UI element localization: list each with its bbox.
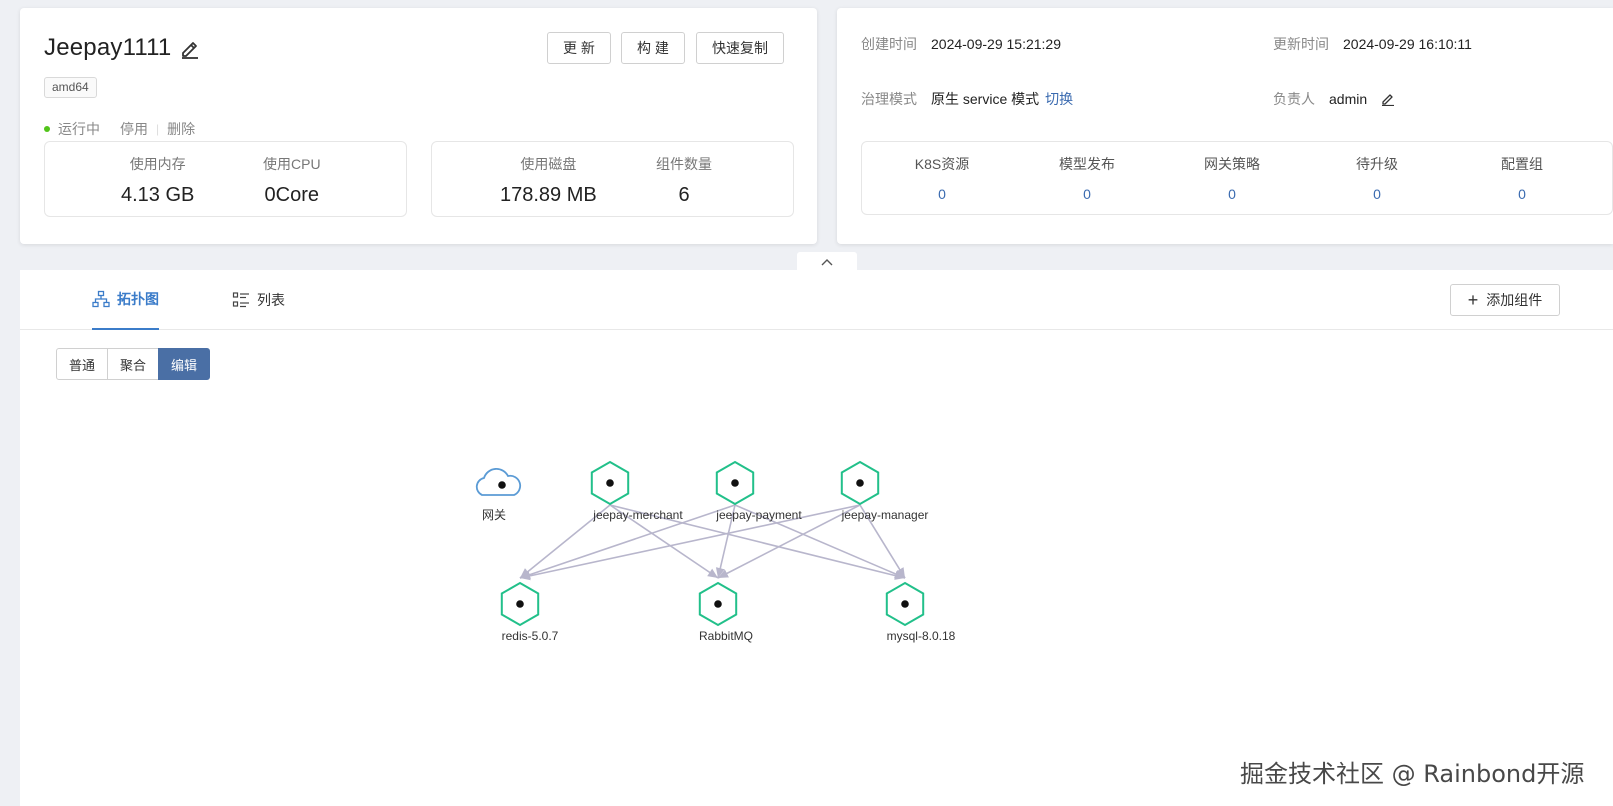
stat-value: 178.89 MB	[500, 184, 597, 206]
node-label: 网关	[482, 508, 506, 522]
meta-label: 更新时间	[1273, 36, 1329, 52]
app-summary-card: Jeepay1111 amd64 运行中 停用 | 删除 更 新 构 建 快速复…	[20, 8, 817, 244]
count-label: 配置组	[1501, 156, 1543, 172]
meta-label: 创建时间	[861, 36, 917, 52]
k8s-resource-count[interactable]: K8S资源 0	[882, 154, 1002, 202]
node-dot	[714, 600, 722, 608]
node-merchant[interactable]: jeepay-merchant	[590, 460, 684, 522]
delete-link[interactable]: 删除	[167, 119, 195, 139]
edge-manager-redis	[519, 504, 861, 581]
running-status-dot	[44, 126, 50, 132]
stat-label: 使用CPU	[263, 156, 321, 172]
resource-stats-box: 使用内存 4.13 GB 使用CPU 0Core	[44, 141, 407, 217]
meta-value: 2024-09-29 15:21:29	[931, 36, 1061, 52]
component-count-stat: 组件数量 6	[656, 154, 712, 207]
status-text: 运行中	[58, 121, 100, 137]
created-time: 创建时间 2024-09-29 15:21:29	[861, 34, 1061, 54]
node-label: redis-5.0.7	[502, 629, 559, 643]
meta-label: 治理模式	[861, 91, 917, 107]
node-label: RabbitMQ	[699, 629, 753, 643]
topology-graph: 网关 jeepay-merchant jeepay-payment jeepay-ma…	[475, 460, 956, 643]
build-button[interactable]: 构 建	[621, 32, 685, 64]
app-meta-card: 创建时间 2024-09-29 15:21:29 更新时间 2024-09-29…	[837, 8, 1613, 244]
storage-stats-box: 使用磁盘 178.89 MB 组件数量 6	[431, 141, 794, 217]
meta-value: 原生 service 模式	[931, 91, 1040, 107]
node-rabbitmq[interactable]: RabbitMQ	[698, 581, 753, 643]
cloud-icon	[475, 467, 522, 496]
count-value[interactable]: 0	[1317, 186, 1437, 202]
node-label: mysql-8.0.18	[887, 629, 956, 643]
updated-time: 更新时间 2024-09-29 16:10:11	[1273, 34, 1472, 54]
quick-copy-button[interactable]: 快速复制	[696, 32, 784, 64]
arch-tag: amd64	[44, 77, 97, 98]
gateway-policy-count[interactable]: 网关策略 0	[1172, 154, 1292, 202]
meta-value: 2024-09-29 16:10:11	[1343, 36, 1472, 52]
node-dot	[498, 481, 506, 489]
node-manager[interactable]: jeepay-manager	[841, 460, 929, 522]
stat-value: 4.13 GB	[121, 184, 195, 206]
app-title: Jeepay1111	[44, 34, 201, 62]
count-label: 模型发布	[1059, 156, 1115, 172]
collapse-toggle[interactable]	[797, 252, 857, 272]
count-value[interactable]: 0	[882, 186, 1002, 202]
node-gateway[interactable]: 网关	[475, 467, 522, 522]
meta-label: 负责人	[1273, 91, 1315, 107]
stat-label: 使用内存	[129, 156, 186, 172]
node-dot	[731, 479, 739, 487]
node-mysql[interactable]: mysql-8.0.18	[885, 581, 956, 643]
count-label: 待升级	[1356, 156, 1398, 172]
node-dot	[856, 479, 864, 487]
node-payment[interactable]: jeepay-payment	[715, 460, 802, 522]
memory-stat: 使用内存 4.13 GB	[121, 154, 194, 207]
count-label: K8S资源	[914, 156, 970, 172]
chevron-up-icon	[821, 259, 833, 266]
node-dot	[516, 600, 524, 608]
config-group-count[interactable]: 配置组 0	[1462, 154, 1582, 202]
disk-stat: 使用磁盘 178.89 MB	[500, 154, 597, 207]
update-button[interactable]: 更 新	[547, 32, 611, 64]
stat-value: 0Core	[264, 184, 320, 206]
owner: 负责人 admin	[1273, 89, 1395, 109]
node-dot	[606, 479, 614, 487]
count-label: 网关策略	[1204, 156, 1260, 172]
watermark: 掘金技术社区 @ Rainbond开源	[1240, 760, 1585, 788]
component-panel: 拓扑图 列表 + 添加组件 普通 聚合 编辑 网关 jeepay-merchant…	[20, 270, 1613, 806]
node-label: jeepay-merchant	[592, 508, 683, 522]
stop-link[interactable]: 停用	[120, 119, 148, 139]
resource-counts-box: K8S资源 0 模型发布 0 网关策略 0 待升级 0 配置组 0	[861, 141, 1613, 215]
switch-mode-link[interactable]: 切换	[1045, 89, 1073, 109]
count-value[interactable]: 0	[1172, 186, 1292, 202]
meta-value: admin	[1329, 91, 1368, 107]
stat-value: 6	[678, 184, 690, 206]
stat-label: 使用磁盘	[520, 156, 577, 172]
node-label: jeepay-payment	[715, 508, 802, 522]
governance-mode: 治理模式 原生 service 模式 切换	[861, 89, 1073, 109]
app-name: Jeepay1111	[44, 34, 172, 61]
edit-owner-icon[interactable]	[1381, 92, 1395, 106]
stat-label: 组件数量	[656, 156, 712, 172]
edit-name-icon[interactable]	[179, 37, 201, 59]
status-row: 运行中 停用 | 删除	[44, 119, 195, 139]
count-value[interactable]: 0	[1027, 186, 1147, 202]
cpu-stat: 使用CPU 0Core	[263, 154, 321, 207]
pending-upgrade-count[interactable]: 待升级 0	[1317, 154, 1437, 202]
node-redis[interactable]: redis-5.0.7	[500, 581, 559, 643]
count-value[interactable]: 0	[1462, 186, 1582, 202]
model-publish-count[interactable]: 模型发布 0	[1027, 154, 1147, 202]
node-dot	[901, 600, 909, 608]
node-label: jeepay-manager	[841, 508, 929, 522]
